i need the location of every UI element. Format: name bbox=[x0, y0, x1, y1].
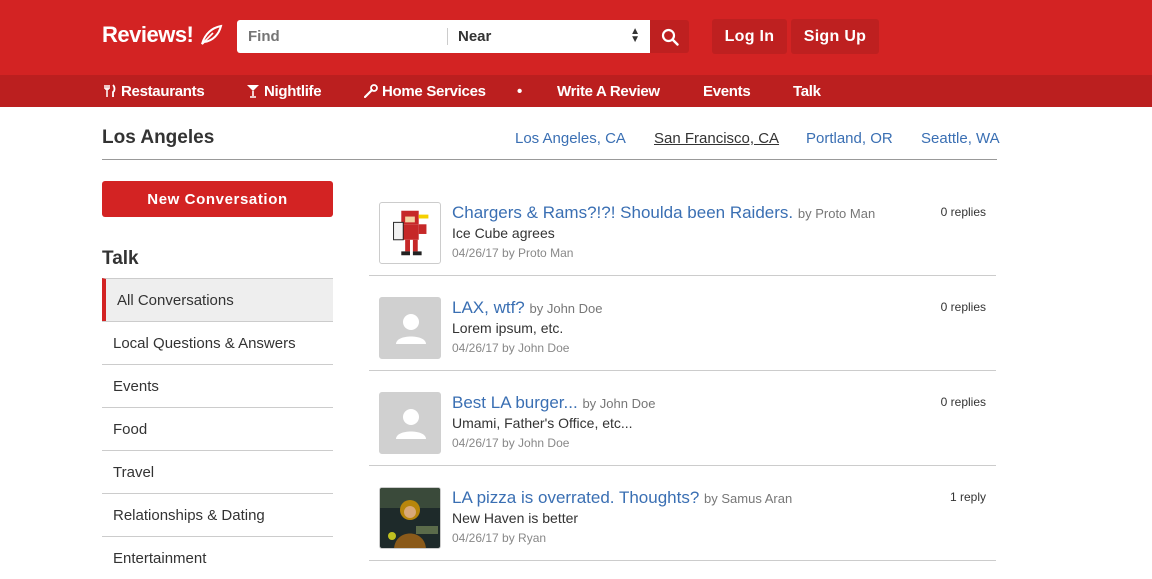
nav-home-services-label: Home Services bbox=[382, 82, 486, 100]
robot-avatar[interactable] bbox=[379, 202, 441, 264]
nav-nightlife-label: Nightlife bbox=[264, 82, 322, 100]
city-link-portland[interactable]: Portland, OR bbox=[806, 130, 893, 147]
city-divider bbox=[102, 159, 997, 160]
nav-home-services[interactable]: Home Services bbox=[364, 75, 486, 107]
conversation-title-text: LAX, wtf? bbox=[452, 298, 525, 317]
user-silhouette-icon bbox=[396, 314, 426, 344]
city-link-los-angeles[interactable]: Los Angeles, CA bbox=[515, 130, 626, 147]
search-icon bbox=[661, 28, 679, 46]
conversation-title-text: LA pizza is overrated. Thoughts? bbox=[452, 488, 700, 507]
near-label: Near bbox=[458, 28, 492, 45]
logo[interactable]: Reviews! bbox=[102, 22, 223, 48]
conversation-meta: 04/26/17 by John Doe bbox=[452, 436, 570, 450]
reply-count[interactable]: 0 replies bbox=[941, 395, 986, 409]
armored-hero-avatar[interactable] bbox=[379, 487, 441, 549]
sidebar-item-all-conversations[interactable]: All Conversations bbox=[102, 278, 333, 321]
conversation-title-text: Chargers & Rams?!?! Shoulda been Raiders… bbox=[452, 203, 794, 222]
signup-button[interactable]: Sign Up bbox=[791, 19, 879, 54]
near-select[interactable]: Near ▲ ▼ bbox=[448, 20, 650, 53]
conversation-snippet: Lorem ipsum, etc. bbox=[452, 320, 564, 336]
user-silhouette-icon bbox=[396, 409, 426, 439]
talk-heading: Talk bbox=[102, 248, 139, 269]
nav-events[interactable]: Events bbox=[703, 75, 751, 107]
conversation-snippet: New Haven is better bbox=[452, 510, 579, 526]
conversation-author[interactable]: by John Doe bbox=[582, 396, 655, 411]
nav-write-review[interactable]: Write A Review bbox=[557, 75, 660, 107]
nav-nightlife[interactable]: Nightlife bbox=[246, 75, 322, 107]
conversation-author[interactable]: by Proto Man bbox=[798, 206, 875, 221]
sidebar-item-entertainment[interactable]: Entertainment bbox=[102, 536, 333, 579]
new-conversation-button[interactable]: New Conversation bbox=[102, 181, 333, 217]
conversation-title[interactable]: LA pizza is overrated. Thoughts? by Samu… bbox=[452, 488, 792, 508]
sidebar-item-events[interactable]: Events bbox=[102, 364, 333, 407]
cocktail-icon bbox=[247, 85, 259, 98]
fork-knife-icon bbox=[104, 84, 116, 97]
conversation-item: Chargers & Rams?!?! Shoulda been Raiders… bbox=[369, 181, 996, 276]
default-user-icon[interactable] bbox=[379, 297, 441, 359]
conversation-title[interactable]: Best LA burger... by John Doe bbox=[452, 393, 655, 413]
search-button[interactable] bbox=[650, 20, 689, 53]
nav-separator: • bbox=[517, 82, 522, 100]
armored-hero-avatar-image bbox=[380, 488, 440, 548]
default-user-icon[interactable] bbox=[379, 392, 441, 454]
nav-talk[interactable]: Talk bbox=[793, 75, 821, 107]
nav-restaurants[interactable]: Restaurants bbox=[103, 75, 205, 107]
wrench-icon bbox=[364, 84, 378, 98]
nav-restaurants-label: Restaurants bbox=[121, 82, 205, 100]
sidebar-item-food[interactable]: Food bbox=[102, 407, 333, 450]
sidebar-item-relationships[interactable]: Relationships & Dating bbox=[102, 493, 333, 536]
conversation-title[interactable]: Chargers & Rams?!?! Shoulda been Raiders… bbox=[452, 203, 875, 223]
conversation-item: Best LA burger... by John Doe Umami, Fat… bbox=[369, 371, 996, 466]
conversation-author[interactable]: by John Doe bbox=[530, 301, 603, 316]
search-bar: Near ▲▼ bbox=[237, 20, 650, 53]
talk-category-list: All Conversations Local Questions & Answ… bbox=[102, 278, 333, 579]
conversation-title[interactable]: LAX, wtf? by John Doe bbox=[452, 298, 603, 318]
conversation-snippet: Ice Cube agrees bbox=[452, 225, 555, 241]
conversation-snippet: Umami, Father's Office, etc... bbox=[452, 415, 633, 431]
login-button[interactable]: Log In bbox=[712, 19, 787, 54]
category-nav: Restaurants Nightlife Home Services • Wr… bbox=[0, 75, 1152, 107]
page-title: Los Angeles bbox=[102, 127, 215, 148]
conversation-title-text: Best LA burger... bbox=[452, 393, 578, 412]
reply-count[interactable]: 1 reply bbox=[950, 490, 986, 504]
find-input[interactable] bbox=[237, 20, 447, 53]
conversation-item: LAX, wtf? by John Doe Lorem ipsum, etc. … bbox=[369, 276, 996, 371]
conversation-meta: 04/26/17 by Proto Man bbox=[452, 246, 574, 260]
top-bar: Reviews! Near ▲▼ Log In Sign Up bbox=[0, 0, 1152, 75]
conversation-author[interactable]: by Samus Aran bbox=[704, 491, 792, 506]
conversation-item: LA pizza is overrated. Thoughts? by Samu… bbox=[369, 466, 996, 561]
reply-count[interactable]: 0 replies bbox=[941, 205, 986, 219]
conversation-meta: 04/26/17 by Ryan bbox=[452, 531, 547, 545]
leaf-icon bbox=[201, 24, 223, 45]
city-link-seattle[interactable]: Seattle, WA bbox=[921, 130, 1000, 147]
robot-avatar-image bbox=[393, 210, 429, 256]
logo-text: Reviews! bbox=[102, 22, 194, 47]
city-link-san-francisco[interactable]: San Francisco, CA bbox=[654, 130, 779, 147]
reply-count[interactable]: 0 replies bbox=[941, 300, 986, 314]
conversation-meta: 04/26/17 by John Doe bbox=[452, 341, 570, 355]
sidebar-item-travel[interactable]: Travel bbox=[102, 450, 333, 493]
select-caret-icon: ▲ ▼ bbox=[630, 26, 640, 45]
sidebar-item-local-qa[interactable]: Local Questions & Answers bbox=[102, 321, 333, 364]
